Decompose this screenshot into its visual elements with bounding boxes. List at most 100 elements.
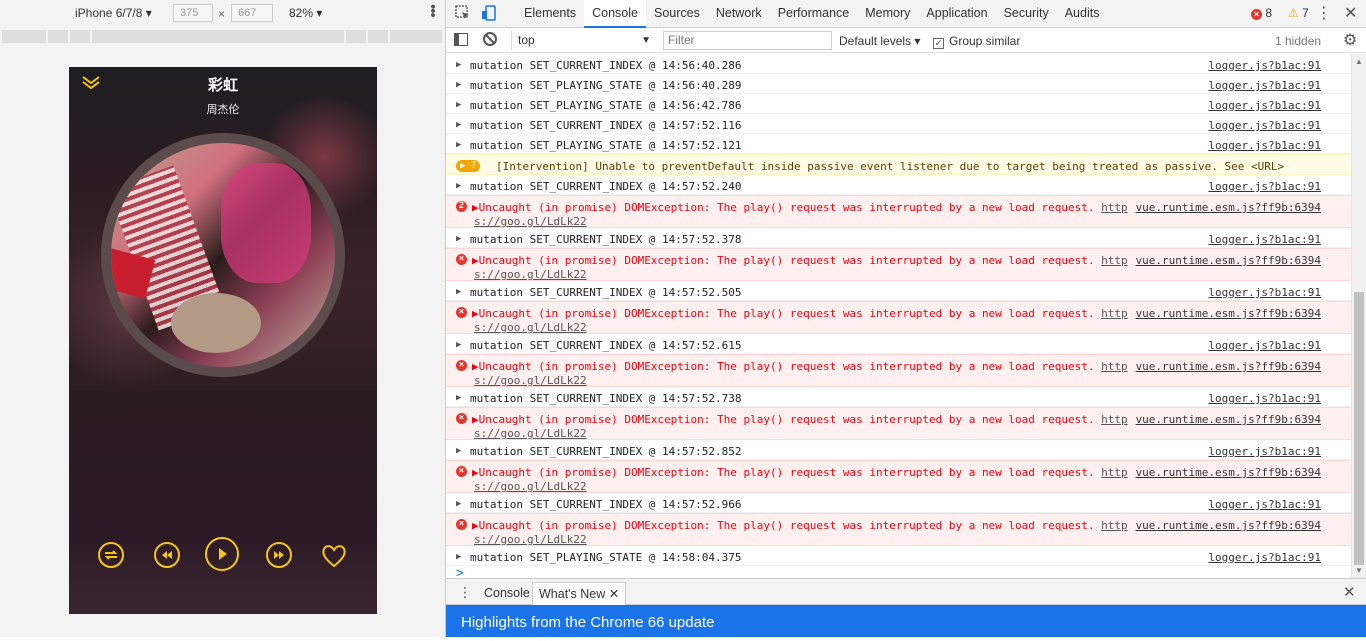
devtools-menu-icon[interactable]: ⋮ — [1316, 3, 1332, 23]
error-link-continued[interactable]: s://goo.gl/LdLk22 — [474, 479, 587, 494]
console-error-row[interactable]: × ▶Uncaught (in promise) DOMException: Th… — [446, 248, 1351, 281]
expand-triangle-icon[interactable]: ▶ — [456, 58, 461, 73]
tab-elements[interactable]: Elements — [516, 0, 584, 28]
expand-triangle-icon[interactable]: ▶ — [456, 285, 461, 300]
console-error-row[interactable]: × ▶Uncaught (in promise) DOMException: Th… — [446, 460, 1351, 493]
source-link[interactable]: logger.js?b1ac:91 — [1208, 550, 1321, 565]
console-scrollbar[interactable]: ▲ ▼ — [1351, 54, 1366, 578]
close-icon[interactable]: ✕ — [1344, 3, 1357, 23]
clear-console-icon[interactable] — [483, 32, 497, 46]
console-prompt[interactable]: > — [446, 566, 1351, 578]
next-icon[interactable] — [265, 541, 293, 569]
console-error-row[interactable]: 2 ▶Uncaught (in promise) DOMException: Th… — [446, 195, 1351, 228]
console-log-row[interactable]: ▶ mutation SET_PLAYING_STATE @ 14:56:40.2… — [446, 74, 1351, 94]
tab-console[interactable]: Console — [584, 0, 646, 28]
inspect-element-icon[interactable] — [454, 5, 472, 23]
console-log-row[interactable]: ▶ mutation SET_CURRENT_INDEX @ 14:57:52.2… — [446, 175, 1351, 195]
console-log-row[interactable]: ▶ mutation SET_CURRENT_INDEX @ 14:57:52.5… — [446, 281, 1351, 301]
source-link[interactable]: logger.js?b1ac:91 — [1208, 338, 1321, 353]
expand-triangle-icon[interactable]: ▶ — [456, 550, 461, 565]
filter-input[interactable]: Filter — [663, 31, 832, 50]
tab-memory[interactable]: Memory — [857, 0, 918, 28]
zoom-select[interactable]: 82% ▾ — [289, 6, 322, 20]
error-link-continued[interactable]: s://goo.gl/LdLk22 — [474, 426, 587, 441]
console-log-row[interactable]: ▶ mutation SET_CURRENT_INDEX @ 14:57:52.8… — [446, 440, 1351, 460]
drawer-tab-console[interactable]: Console — [478, 582, 536, 606]
error-link[interactable]: http — [1101, 307, 1128, 320]
gear-icon[interactable]: ⚙ — [1343, 30, 1357, 50]
scroll-up-icon[interactable]: ▲ — [1355, 57, 1363, 66]
console-log-row[interactable]: ▶ mutation SET_CURRENT_INDEX @ 14:57:52.1… — [446, 114, 1351, 134]
expand-triangle-icon[interactable]: ▶ — [456, 179, 461, 194]
console-error-row[interactable]: × ▶Uncaught (in promise) DOMException: Th… — [446, 354, 1351, 387]
tab-performance[interactable]: Performance — [770, 0, 858, 28]
expand-triangle-icon[interactable]: ▶ — [472, 466, 479, 479]
source-link[interactable]: logger.js?b1ac:91 — [1208, 391, 1321, 406]
drawer-menu-icon[interactable]: ⋮ — [458, 584, 472, 601]
error-link-continued[interactable]: s://goo.gl/LdLk22 — [474, 267, 587, 282]
close-tab-icon[interactable]: ✕ — [609, 587, 619, 601]
favorite-heart-icon[interactable] — [320, 541, 348, 569]
source-link[interactable]: vue.runtime.esm.js?ff9b:6394 — [1136, 359, 1321, 374]
source-link[interactable]: logger.js?b1ac:91 — [1208, 98, 1321, 113]
sidebar-toggle-icon[interactable] — [454, 33, 468, 46]
group-similar-checkbox[interactable]: ✓ Group similar — [933, 34, 1020, 49]
source-link[interactable]: logger.js?b1ac:91 — [1208, 285, 1321, 300]
tab-security[interactable]: Security — [996, 0, 1057, 28]
repeat-icon[interactable] — [97, 541, 125, 569]
error-link[interactable]: http — [1101, 254, 1128, 267]
expand-triangle-icon[interactable]: ▶ — [472, 413, 479, 426]
console-warning-row[interactable]: ▶ 7 [Intervention] Unable to preventDefau… — [446, 154, 1351, 175]
error-link-continued[interactable]: s://goo.gl/LdLk22 — [474, 214, 587, 229]
scroll-down-icon[interactable]: ▼ — [1355, 566, 1363, 575]
scrollbar-thumb[interactable] — [1354, 292, 1364, 565]
expand-triangle-icon[interactable]: ▶ — [472, 201, 479, 214]
source-link[interactable]: logger.js?b1ac:91 — [1208, 444, 1321, 459]
source-link[interactable]: logger.js?b1ac:91 — [1208, 58, 1321, 73]
error-link-continued[interactable]: s://goo.gl/LdLk22 — [474, 373, 587, 388]
console-log-row[interactable]: ▶ mutation SET_PLAYING_STATE @ 14:58:04.3… — [446, 546, 1351, 566]
expand-triangle-icon[interactable]: ▶ — [456, 338, 461, 353]
expand-triangle-icon[interactable]: ▶ — [456, 98, 461, 113]
console-log-row[interactable]: ▶ mutation SET_CURRENT_INDEX @ 14:57:52.9… — [446, 493, 1351, 513]
source-link[interactable]: logger.js?b1ac:91 — [1208, 138, 1321, 153]
source-link[interactable]: logger.js?b1ac:91 — [1208, 118, 1321, 133]
error-link-continued[interactable]: s://goo.gl/LdLk22 — [474, 320, 587, 335]
source-link[interactable]: vue.runtime.esm.js?ff9b:6394 — [1136, 518, 1321, 533]
console-log-row[interactable]: ▶ mutation SET_CURRENT_INDEX @ 14:57:52.6… — [446, 334, 1351, 354]
source-link[interactable]: vue.runtime.esm.js?ff9b:6394 — [1136, 465, 1321, 480]
source-link[interactable]: logger.js?b1ac:91 — [1208, 232, 1321, 247]
source-link[interactable]: logger.js?b1ac:91 — [1208, 179, 1321, 194]
console-error-row[interactable]: × ▶Uncaught (in promise) DOMException: Th… — [446, 301, 1351, 334]
device-toggle-icon[interactable] — [480, 5, 498, 23]
error-link[interactable]: http — [1101, 413, 1128, 426]
console-log-row[interactable]: ▶ mutation SET_CURRENT_INDEX @ 14:56:40.2… — [446, 54, 1351, 74]
source-link[interactable]: vue.runtime.esm.js?ff9b:6394 — [1136, 412, 1321, 427]
source-link[interactable]: vue.runtime.esm.js?ff9b:6394 — [1136, 253, 1321, 268]
console-log-row[interactable]: ▶ mutation SET_CURRENT_INDEX @ 14:57:52.7… — [446, 387, 1351, 407]
source-link[interactable]: logger.js?b1ac:91 — [1208, 78, 1321, 93]
console-log-row[interactable]: ▶ mutation SET_CURRENT_INDEX @ 14:57:52.3… — [446, 228, 1351, 248]
device-select[interactable]: iPhone 6/7/8 ▾ — [75, 6, 152, 20]
error-link[interactable]: http — [1101, 201, 1128, 214]
expand-triangle-icon[interactable]: ▶ — [456, 391, 461, 406]
expand-triangle-icon[interactable]: ▶ — [472, 307, 479, 320]
error-link-continued[interactable]: s://goo.gl/LdLk22 — [474, 532, 587, 547]
console-log-row[interactable]: ▶ mutation SET_PLAYING_STATE @ 14:57:52.1… — [446, 134, 1351, 154]
error-link[interactable]: http — [1101, 466, 1128, 479]
log-levels-select[interactable]: Default levels ▾ — [839, 34, 920, 48]
tab-audits[interactable]: Audits — [1057, 0, 1108, 28]
device-height-input[interactable]: 667 — [231, 4, 273, 22]
drawer-tab-whats-new[interactable]: What's New ✕ — [532, 582, 627, 606]
expand-triangle-icon[interactable]: ▶ — [456, 444, 461, 459]
expand-triangle-icon[interactable]: ▶ — [456, 118, 461, 133]
tab-application[interactable]: Application — [918, 0, 995, 28]
console-log-row[interactable]: ▶ mutation SET_PLAYING_STATE @ 14:56:42.7… — [446, 94, 1351, 114]
tab-network[interactable]: Network — [708, 0, 770, 28]
expand-triangle-icon[interactable]: ▶ — [456, 138, 461, 153]
console-error-row[interactable]: × ▶Uncaught (in promise) DOMException: Th… — [446, 513, 1351, 546]
device-more-icon[interactable]: ••• — [424, 4, 441, 17]
error-counter[interactable]: × 8 — [1251, 6, 1272, 20]
warning-counter[interactable]: ⚠ 7 — [1288, 6, 1309, 20]
source-link[interactable]: logger.js?b1ac:91 — [1208, 497, 1321, 512]
